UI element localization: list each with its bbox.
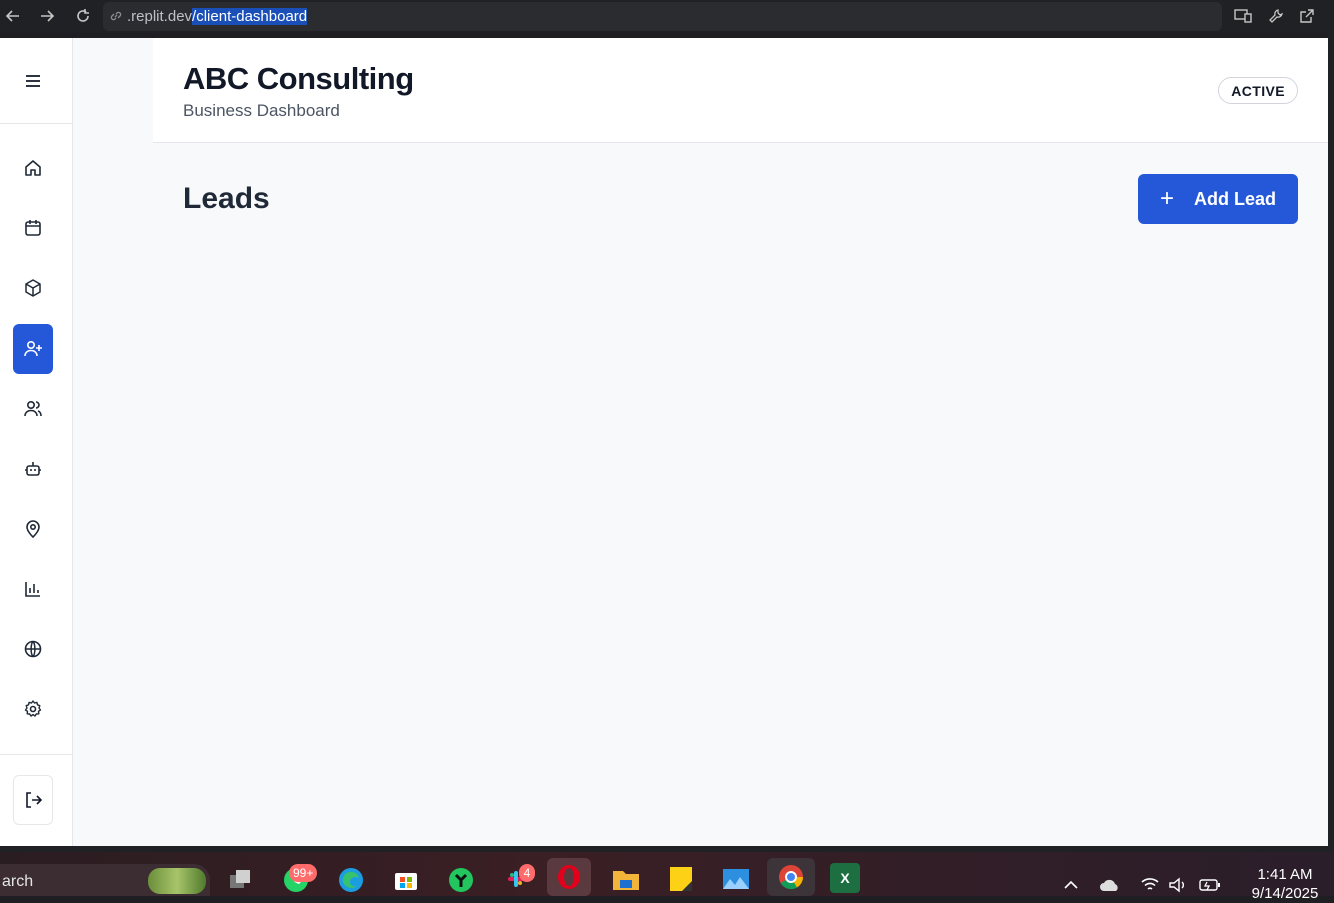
search-text: arch	[2, 873, 34, 890]
file-explorer-icon[interactable]	[610, 863, 642, 895]
chrome-icon[interactable]	[767, 858, 815, 896]
wrench-icon[interactable]	[1265, 5, 1287, 27]
page-header: ABC Consulting Business Dashboard ACTIVE	[153, 38, 1328, 143]
photos-icon[interactable]	[720, 863, 752, 895]
sidebar-divider	[0, 754, 73, 755]
url-text: .replit.dev/client-dashboard	[127, 8, 308, 25]
logout-icon	[26, 792, 43, 808]
bot-icon	[25, 462, 41, 476]
chevron-up-icon[interactable]	[1060, 874, 1082, 896]
clock-time: 1:41 AM	[1257, 866, 1313, 883]
sidebar-item-home[interactable]	[13, 143, 53, 193]
dashboard-subtitle: Business Dashboard	[183, 101, 340, 120]
users-icon	[24, 400, 42, 417]
status-badge: ACTIVE	[1218, 77, 1298, 104]
search-highlight-image	[148, 868, 206, 894]
sidebar-item-globe[interactable]	[13, 624, 53, 674]
sidebar-item-settings[interactable]	[13, 684, 53, 734]
page-title: Leads	[183, 182, 270, 215]
excel-letter: X	[840, 870, 850, 886]
battery-icon[interactable]	[1199, 874, 1221, 896]
sidebar-item-calendar[interactable]	[13, 203, 53, 253]
package-icon	[25, 279, 41, 297]
sidebar-item-location[interactable]	[13, 504, 53, 554]
globe-icon	[24, 640, 42, 658]
link-icon	[109, 9, 123, 28]
browser-toolbar: .replit.dev/client-dashboard	[0, 0, 1334, 33]
sidebar-item-analytics[interactable]	[13, 564, 53, 614]
back-icon[interactable]	[2, 5, 24, 27]
page-viewport: ABC Consulting Business Dashboard ACTIVE…	[0, 38, 1328, 846]
sidebar-item-package[interactable]	[13, 263, 53, 313]
window-edge	[1328, 33, 1334, 848]
green-app-icon[interactable]	[445, 863, 477, 895]
whatsapp-badge: 99+	[289, 864, 318, 882]
map-pin-icon	[26, 520, 40, 539]
plus-icon: +	[1160, 185, 1175, 212]
sidebar-item-leads[interactable]	[13, 324, 53, 374]
menu-toggle-button[interactable]	[13, 58, 53, 104]
bar-chart-icon	[25, 582, 40, 597]
edge-browser-icon[interactable]	[335, 863, 367, 895]
user-plus-icon	[24, 340, 42, 357]
slack-badge: 4	[519, 864, 535, 882]
add-lead-button[interactable]: + Add Lead	[1138, 174, 1298, 224]
calendar-icon	[25, 220, 41, 236]
add-lead-label: Add Lead	[1194, 188, 1277, 209]
sidebar-item-users[interactable]	[13, 384, 53, 434]
store-icon[interactable]	[390, 863, 422, 895]
hamburger-icon	[26, 75, 40, 87]
onedrive-icon[interactable]	[1099, 874, 1121, 896]
opera-icon[interactable]	[547, 858, 591, 896]
task-view-icon[interactable]	[225, 863, 257, 895]
forward-icon[interactable]	[36, 5, 58, 27]
logout-button[interactable]	[13, 775, 53, 825]
open-external-icon[interactable]	[1296, 5, 1318, 27]
wifi-icon[interactable]	[1139, 874, 1161, 896]
excel-icon[interactable]: X	[830, 863, 860, 893]
taskbar: arch 99+ 4 X 1:41 AM 9/14/2025	[0, 852, 1334, 902]
company-name: ABC Consulting	[183, 61, 414, 96]
reload-icon[interactable]	[72, 5, 94, 27]
devices-icon[interactable]	[1232, 5, 1254, 27]
taskbar-search[interactable]: arch	[0, 864, 210, 896]
volume-icon[interactable]	[1167, 874, 1189, 896]
sidebar	[0, 38, 73, 846]
address-bar[interactable]: .replit.dev/client-dashboard	[103, 2, 1222, 31]
home-icon	[25, 160, 41, 176]
sidebar-item-bot[interactable]	[13, 444, 53, 494]
system-clock[interactable]: 1:41 AM 9/14/2025	[1240, 865, 1330, 903]
clock-date: 9/14/2025	[1251, 885, 1319, 902]
gear-icon	[24, 700, 42, 717]
sidebar-divider	[0, 123, 73, 124]
sticky-notes-icon[interactable]	[665, 863, 697, 895]
